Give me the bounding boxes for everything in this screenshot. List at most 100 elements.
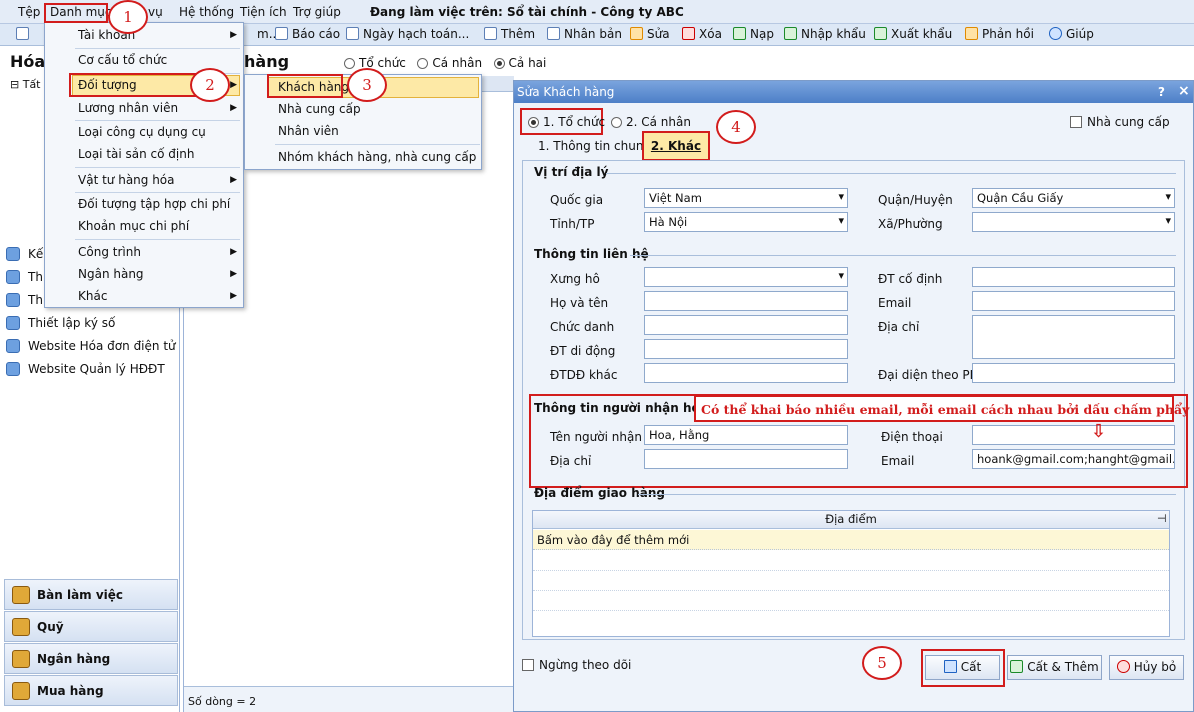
step-marker-4: 4 — [716, 110, 756, 144]
fullname-input[interactable] — [644, 291, 848, 311]
nav-bank[interactable]: Ngân hàng — [4, 643, 178, 674]
country-select[interactable]: Việt Nam — [644, 188, 848, 208]
menu-banks[interactable]: Ngân hàng — [78, 267, 144, 281]
radio-individual[interactable]: Cá nhân — [417, 56, 482, 70]
tab-general-info[interactable]: 1. Thông tin chung — [538, 139, 651, 153]
menu-system[interactable]: Hệ thống — [179, 5, 234, 19]
radio-type-organization[interactable]: 1. Tổ chức — [528, 115, 605, 129]
invoice-email-input[interactable]: hoank@gmail.com;hanght@gmail.com — [972, 449, 1175, 469]
nav-hddt-website[interactable]: Website Quản lý HĐĐT — [6, 362, 165, 376]
mobile-label: ĐT di động — [550, 344, 616, 358]
menu-utilities[interactable]: Tiện ích — [240, 5, 287, 19]
ward-select[interactable] — [972, 212, 1175, 232]
supplier-checkbox[interactable]: Nhà cung cấp — [1070, 115, 1170, 129]
district-select[interactable]: Quận Cầu Giấy — [972, 188, 1175, 208]
menu-expense-items[interactable]: Khoản mục chi phí — [78, 219, 189, 233]
radio-type-individual[interactable]: 2. Cá nhân — [611, 115, 691, 129]
arrow-down-icon: ⇩ — [1091, 421, 1107, 442]
posting-date-button[interactable]: Ngày hạch toán... — [346, 27, 469, 41]
menu-other[interactable]: Khác — [78, 289, 107, 303]
floppy-icon — [943, 660, 957, 673]
save-and-add-button[interactable]: Cất & Thêm — [1007, 655, 1102, 680]
delivery-add-row[interactable]: Bấm vào đây để thêm mới — [533, 530, 1169, 550]
other-mobile-input[interactable] — [644, 363, 848, 383]
invoice-phone-input[interactable] — [972, 425, 1175, 445]
copy-icon — [547, 27, 560, 40]
menu-cost-objects[interactable]: Đối tượng tập hợp chi phí — [78, 197, 230, 211]
nav-cash[interactable]: Quỹ — [4, 611, 178, 642]
reload-button[interactable]: Nạp — [733, 27, 774, 41]
delete-button[interactable]: Xóa — [682, 27, 722, 41]
report-button[interactable]: Báo cáo — [275, 27, 340, 41]
doc-icon[interactable] — [16, 27, 33, 41]
radio-organization[interactable]: Tổ chức — [344, 56, 406, 70]
receiver-input[interactable]: Hoa, Hằng — [644, 425, 848, 445]
nav-item-1[interactable]: Kế — [6, 247, 43, 261]
menu-tool-types[interactable]: Loại công cụ dụng cụ — [78, 125, 206, 139]
salutation-select[interactable] — [644, 267, 848, 287]
divider — [75, 192, 240, 193]
mail-icon — [965, 27, 978, 40]
submenu-arrow-icon: ▶ — [230, 30, 237, 40]
cancel-button[interactable]: Hủy bỏ — [1109, 655, 1184, 680]
country-label: Quốc gia — [550, 193, 604, 207]
import-button[interactable]: Nhập khẩu — [784, 27, 866, 41]
radio-both[interactable]: Cả hai — [493, 56, 546, 70]
pin-icon[interactable]: ⊣ — [1157, 512, 1167, 525]
contact-address-label: Địa chỉ — [878, 320, 920, 334]
nav-purchase[interactable]: Mua hàng — [4, 675, 178, 706]
contact-section-title: Thông tin liên hệ — [534, 247, 649, 261]
menu-file[interactable]: Tệp — [18, 5, 40, 19]
nav-workspace[interactable]: Bàn làm việc — [4, 579, 178, 610]
export-button[interactable]: Xuất khẩu — [874, 27, 952, 41]
catalog-dropdown: Tài khoản ▶ Cơ cấu tổ chức Đối tượng ▶ L… — [44, 22, 244, 308]
menu-projects[interactable]: Công trình — [78, 245, 141, 259]
help-button[interactable]: Giúp — [1049, 27, 1094, 41]
feedback-button[interactable]: Phản hồi — [965, 27, 1034, 41]
submenu-arrow-icon: ▶ — [230, 247, 237, 257]
divider — [275, 144, 480, 145]
fullname-label: Họ và tên — [550, 296, 609, 310]
add-button[interactable]: Thêm — [484, 27, 535, 41]
step-marker-3: 3 — [347, 68, 387, 102]
contact-email-input[interactable] — [972, 291, 1175, 311]
nav-item-3[interactable]: Th — [6, 293, 43, 307]
menu-org-structure[interactable]: Cơ cấu tổ chức — [78, 53, 167, 67]
submenu-employees[interactable]: Nhân viên — [278, 124, 339, 138]
submenu-suppliers[interactable]: Nhà cung cấp — [278, 102, 361, 116]
filter-radios: Tổ chức Cá nhân Cả hai — [344, 56, 546, 70]
nav-digital-signature[interactable]: Thiết lập ký số — [6, 316, 115, 330]
contact-address-input[interactable] — [972, 315, 1175, 359]
other-mobile-label: ĐTDĐ khác — [550, 368, 618, 382]
position-input[interactable] — [644, 315, 848, 335]
help-icon[interactable]: ? — [1158, 85, 1165, 99]
stop-tracking-checkbox[interactable]: Ngừng theo dõi — [522, 658, 631, 672]
save-button[interactable]: Cất — [925, 655, 1000, 680]
delivery-section-title: Địa điểm giao hàng — [534, 486, 665, 500]
landline-input[interactable] — [972, 267, 1175, 287]
menu-bar: Tệp Danh mục vụ Hệ thống Tiện ích Trợ gi… — [0, 0, 1194, 24]
province-select[interactable]: Hà Nội — [644, 212, 848, 232]
landline-label: ĐT cố định — [878, 272, 943, 286]
menu-help[interactable]: Trợ giúp — [293, 5, 341, 19]
duplicate-button[interactable]: Nhân bản — [547, 27, 622, 41]
nav-einvoice-website[interactable]: Website Hóa đơn điện tử — [6, 339, 176, 353]
legal-rep-input[interactable] — [972, 363, 1175, 383]
nav-item-2[interactable]: Th — [6, 270, 43, 284]
close-icon[interactable]: × — [1178, 83, 1190, 99]
submenu-arrow-icon: ▶ — [230, 80, 237, 90]
tab-other[interactable]: 2. Khác — [642, 131, 710, 161]
edit-button[interactable]: Sửa — [630, 27, 670, 41]
divider — [630, 255, 1176, 256]
menu-materials[interactable]: Vật tư hàng hóa — [78, 173, 175, 187]
submenu-groups[interactable]: Nhóm khách hàng, nhà cung cấp — [278, 150, 476, 164]
menu-asset-types[interactable]: Loại tài sản cố định — [78, 147, 194, 161]
menu-business[interactable]: vụ — [148, 5, 163, 19]
menu-salary[interactable]: Lương nhân viên — [78, 101, 178, 115]
tree-root[interactable]: ⊟ Tất — [10, 78, 41, 91]
contact-email-label: Email — [878, 296, 912, 310]
workspace-icon — [12, 586, 30, 604]
divider — [75, 120, 240, 121]
invoice-address-input[interactable] — [644, 449, 848, 469]
mobile-input[interactable] — [644, 339, 848, 359]
